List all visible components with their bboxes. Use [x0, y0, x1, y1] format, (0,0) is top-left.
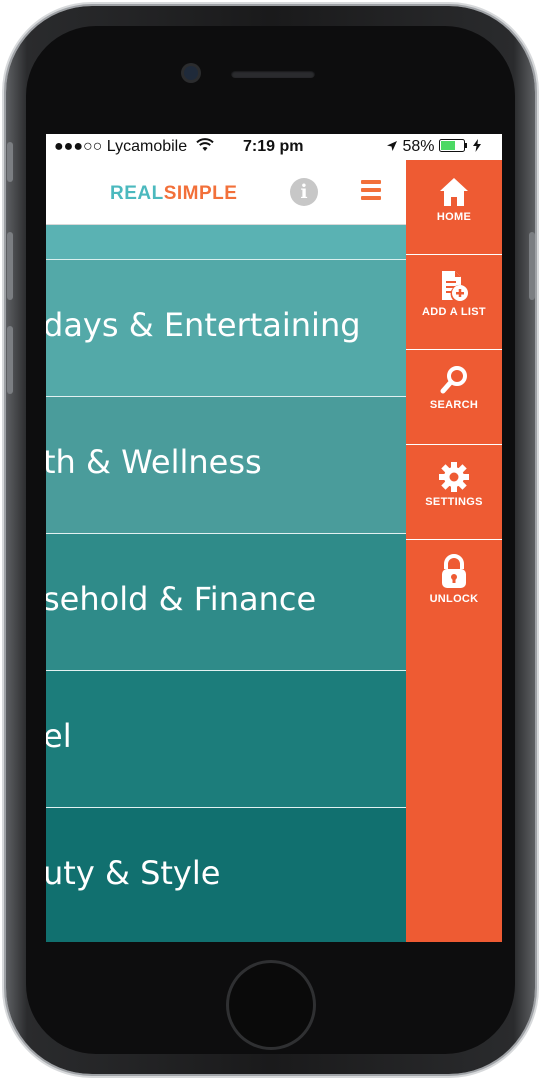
info-icon[interactable]: i	[290, 178, 318, 206]
category-label: sehold & Finance	[46, 580, 317, 618]
side-menu-add-list[interactable]: ADD A LIST	[406, 255, 502, 350]
status-time: 7:19 pm	[243, 138, 304, 155]
battery-percent: 58%	[402, 138, 435, 155]
screen: ●●●○○ Lycamobile 7:19 pm 58% REALSIMPLE	[46, 134, 502, 942]
home-hardware-button[interactable]	[229, 963, 313, 1047]
side-menu-settings-label: SETTINGS	[425, 496, 483, 508]
volume-up-button	[7, 232, 13, 300]
app-logo[interactable]: REALSIMPLE	[110, 183, 237, 205]
volume-down-button	[7, 326, 13, 394]
side-menu: HOME ADD A LIST SEARCH SETTINGS UNLOCK	[406, 160, 502, 942]
earpiece-speaker	[231, 70, 315, 78]
charging-bolt-icon	[473, 139, 482, 157]
carrier-name: Lycamobile	[106, 138, 188, 155]
app-header: REALSIMPLE i	[46, 160, 406, 225]
side-menu-unlock[interactable]: UNLOCK	[406, 540, 502, 634]
add-list-icon	[442, 271, 468, 301]
side-menu-settings[interactable]: SETTINGS	[406, 445, 502, 540]
category-label: el	[46, 717, 72, 755]
battery-icon	[438, 139, 469, 157]
carrier-info: ●●●○○ Lycamobile	[54, 138, 214, 157]
side-menu-add-list-label: ADD A LIST	[422, 306, 486, 318]
silent-switch	[7, 142, 13, 182]
logo-simple: SIMPLE	[163, 183, 238, 204]
power-button	[529, 232, 535, 300]
wifi-icon	[195, 138, 214, 157]
category-list: days & Entertaining th & Wellness sehold…	[46, 225, 406, 942]
signal-dots: ●●●○○	[54, 138, 103, 155]
main-content: REALSIMPLE i days & Entertaining th & We…	[46, 134, 406, 942]
location-arrow-icon	[386, 139, 398, 157]
lock-icon	[442, 554, 466, 588]
front-camera	[184, 66, 198, 80]
category-label: th & Wellness	[46, 443, 262, 481]
category-label: days & Entertaining	[46, 306, 361, 344]
category-item-health[interactable]: th & Wellness	[46, 397, 406, 534]
home-icon	[440, 178, 468, 206]
side-menu-search[interactable]: SEARCH	[406, 350, 502, 445]
category-list-top-strip	[46, 225, 406, 260]
side-menu-home[interactable]: HOME	[406, 160, 502, 255]
status-right: 58%	[386, 138, 482, 157]
side-menu-home-label: HOME	[436, 211, 472, 223]
search-icon	[440, 366, 467, 394]
side-menu-search-label: SEARCH	[429, 399, 479, 411]
category-item-holidays[interactable]: days & Entertaining	[46, 260, 406, 397]
logo-real: REAL	[110, 183, 164, 204]
status-bar: ●●●○○ Lycamobile 7:19 pm 58%	[46, 134, 502, 160]
gear-icon	[439, 462, 469, 492]
category-item-household[interactable]: sehold & Finance	[46, 534, 406, 671]
hamburger-menu-icon[interactable]	[361, 180, 381, 204]
category-item-travel[interactable]: el	[46, 671, 406, 808]
category-item-beauty[interactable]: uty & Style	[46, 808, 406, 942]
category-label: uty & Style	[46, 854, 221, 892]
side-menu-unlock-label: UNLOCK	[429, 593, 479, 605]
